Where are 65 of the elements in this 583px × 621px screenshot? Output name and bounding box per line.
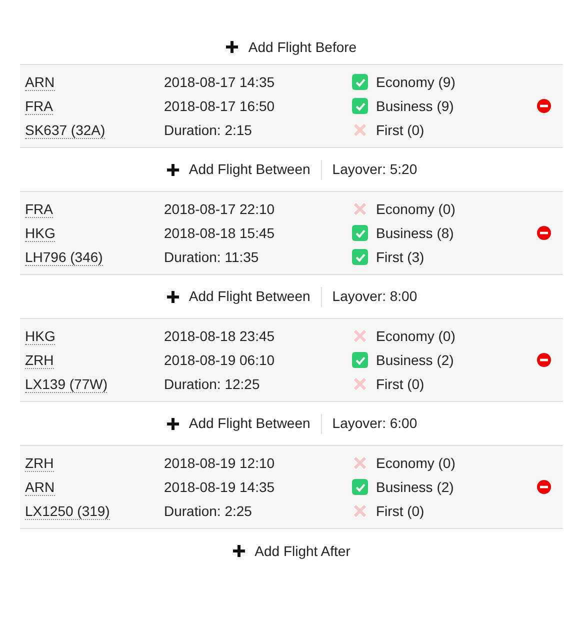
layover-text: Layover: 5:20 bbox=[332, 160, 418, 179]
plus-icon bbox=[166, 418, 179, 430]
arrival-time: 2018-08-17 16:50 bbox=[164, 98, 275, 114]
fare-class-label: First (3) bbox=[376, 248, 424, 267]
arrival-time: 2018-08-19 06:10 bbox=[164, 352, 275, 368]
fare-class-label: First (0) bbox=[376, 502, 424, 521]
add-flight-button[interactable]: Add Flight Between bbox=[166, 159, 312, 180]
fare-class-label: Economy (0) bbox=[376, 200, 456, 219]
fare-class-label: Business (9) bbox=[376, 96, 454, 116]
fare-class-label: Economy (9) bbox=[376, 72, 456, 92]
plus-icon bbox=[226, 41, 238, 53]
airport-code: ARN bbox=[25, 74, 55, 90]
add-flight-button[interactable]: Add Flight Between bbox=[166, 413, 312, 434]
checkbox-checked-icon[interactable] bbox=[352, 225, 368, 241]
arrival-time: 2018-08-18 15:45 bbox=[164, 224, 275, 240]
airport-code: ZRH bbox=[25, 454, 54, 472]
flight-number: LX139 (77W) bbox=[25, 376, 108, 392]
airport-code: HKG bbox=[25, 328, 56, 344]
remove-icon[interactable] bbox=[537, 226, 551, 240]
checkbox-checked-icon[interactable] bbox=[352, 352, 368, 368]
fare-class-label: Economy (0) bbox=[376, 326, 456, 346]
cross-icon[interactable] bbox=[352, 455, 368, 471]
checkbox-checked-icon[interactable] bbox=[352, 74, 368, 90]
airport-code: HKG bbox=[25, 224, 56, 242]
fare-class-label: First (0) bbox=[376, 120, 424, 140]
airport-code: ARN bbox=[25, 478, 55, 496]
fare-class-label: Business (8) bbox=[376, 224, 454, 243]
airport-code: FRA bbox=[25, 200, 53, 218]
flight-number: LH796 (346) bbox=[25, 248, 103, 266]
checkbox-checked-icon[interactable] bbox=[352, 479, 368, 495]
add-flight-button[interactable]: Add Flight After bbox=[232, 540, 352, 562]
plus-icon bbox=[232, 545, 245, 557]
departure-time: 2018-08-17 22:10 bbox=[164, 200, 275, 216]
remove-icon[interactable] bbox=[537, 353, 551, 367]
plus-icon bbox=[166, 164, 179, 176]
airport-code: FRA bbox=[25, 98, 53, 114]
departure-time: 2018-08-17 14:35 bbox=[164, 74, 275, 90]
airport-code: ZRH bbox=[25, 352, 54, 368]
layover-text: Layover: 6:00 bbox=[332, 414, 418, 433]
duration-text: Duration: 12:25 bbox=[164, 376, 260, 392]
fare-class-label: First (0) bbox=[376, 374, 424, 394]
duration-text: Duration: 2:15 bbox=[164, 122, 252, 138]
remove-icon[interactable] bbox=[537, 99, 551, 113]
cross-icon[interactable] bbox=[352, 122, 368, 138]
fare-class-label: Business (2) bbox=[376, 350, 454, 370]
add-flight-button[interactable]: Add Flight Between bbox=[166, 286, 312, 307]
checkbox-checked-icon[interactable] bbox=[352, 98, 368, 114]
flight-number: LX1250 (319) bbox=[25, 502, 110, 520]
checkbox-checked-icon[interactable] bbox=[352, 249, 368, 265]
duration-text: Duration: 11:35 bbox=[164, 248, 259, 264]
cross-icon[interactable] bbox=[352, 503, 368, 519]
duration-text: Duration: 2:25 bbox=[164, 502, 252, 518]
fare-class-label: Economy (0) bbox=[376, 454, 456, 473]
departure-time: 2018-08-19 12:10 bbox=[164, 454, 275, 470]
arrival-time: 2018-08-19 14:35 bbox=[164, 478, 275, 494]
plus-icon bbox=[166, 290, 179, 302]
add-flight-button[interactable]: Add Flight Before bbox=[225, 36, 358, 58]
cross-icon[interactable] bbox=[352, 201, 368, 217]
remove-icon[interactable] bbox=[537, 480, 551, 494]
departure-time: 2018-08-18 23:45 bbox=[164, 328, 275, 344]
cross-icon[interactable] bbox=[352, 328, 368, 344]
fare-class-label: Business (2) bbox=[376, 478, 454, 497]
layover-text: Layover: 8:00 bbox=[332, 287, 418, 306]
flight-number: SK637 (32A) bbox=[25, 122, 106, 138]
cross-icon[interactable] bbox=[352, 376, 368, 392]
